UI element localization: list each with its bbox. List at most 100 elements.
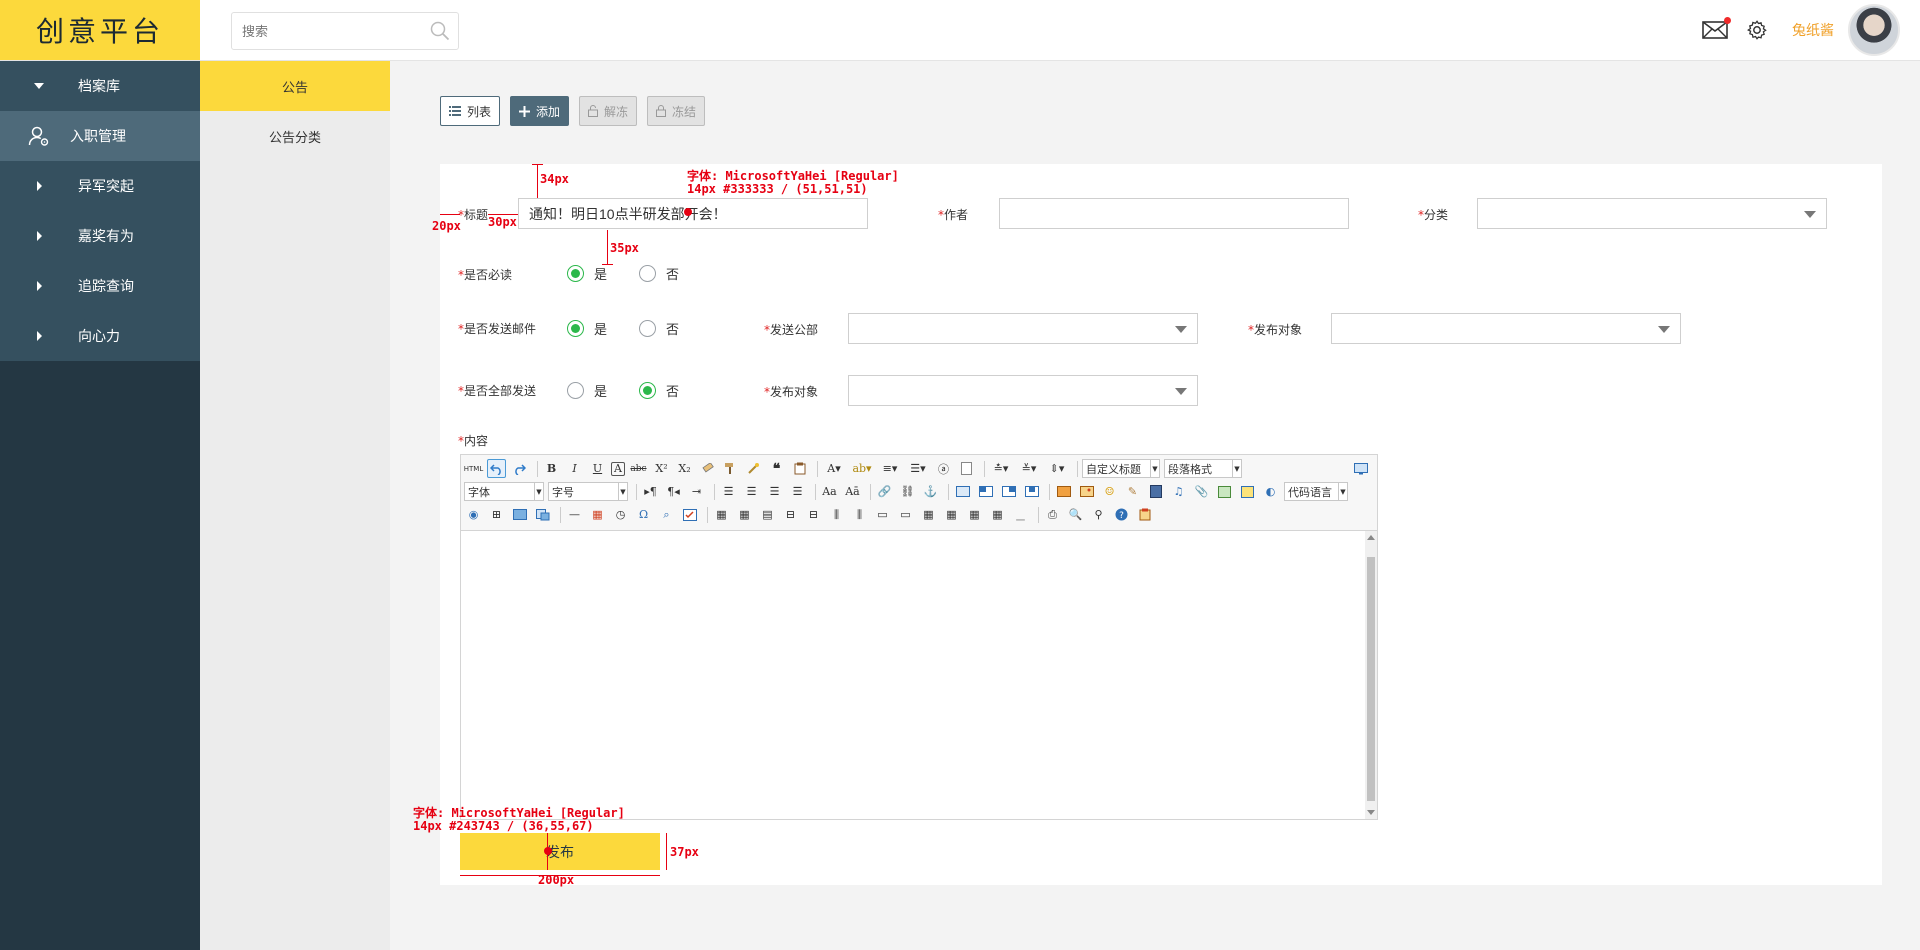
publish-target-select[interactable] (1331, 313, 1681, 344)
line-height-icon[interactable]: ⇕▾ (1045, 459, 1069, 478)
paste-plain-icon[interactable] (790, 459, 809, 478)
date-icon[interactable]: ▦ (588, 505, 607, 524)
code-language-select[interactable]: 代码语言 ▼ (1284, 482, 1348, 501)
paragraph-format-select[interactable]: 段落格式 ▼ (1164, 459, 1242, 478)
image-right-icon[interactable] (999, 482, 1018, 501)
merge-down-icon[interactable]: ▦ (919, 505, 938, 524)
bold-icon[interactable]: B (542, 459, 561, 478)
unordered-list-icon[interactable]: ☰▾ (906, 459, 930, 478)
list-button[interactable]: 列表 (440, 96, 501, 126)
title-input[interactable] (518, 198, 868, 229)
merge-cells-icon[interactable]: ▭ (873, 505, 892, 524)
insert-image-icon[interactable] (1077, 482, 1096, 501)
drafts-icon[interactable]: ⚲ (1089, 505, 1108, 524)
redo-icon[interactable] (510, 459, 529, 478)
sidebar-item-onboarding[interactable]: 入职管理 (0, 111, 200, 161)
author-input[interactable] (999, 198, 1349, 229)
send-all-no-radio[interactable]: 否 (639, 381, 679, 400)
custom-heading-select[interactable]: 自定义标题 ▼ (1082, 459, 1160, 478)
insert-col-icon[interactable]: ⫼ (827, 505, 846, 524)
align-right-icon[interactable]: ☰ (765, 482, 784, 501)
scrawl-icon[interactable]: ✎ (1123, 482, 1142, 501)
link-icon[interactable]: 🔗 (875, 482, 894, 501)
search-replace-icon[interactable]: ⌕ (657, 505, 676, 524)
editor-scrollbar[interactable] (1365, 531, 1377, 819)
row-spacing-bottom-icon[interactable]: ≚▾ (1017, 459, 1041, 478)
split-to-cells-icon[interactable]: ▦ (942, 505, 961, 524)
subnav-item-announcement-category[interactable]: 公告分类 (200, 111, 390, 161)
blockquote-icon[interactable]: ❝ (767, 459, 786, 478)
search-icon[interactable] (430, 21, 450, 41)
undo-icon[interactable] (487, 459, 506, 478)
strikethrough-icon[interactable]: abc (629, 459, 648, 478)
font-size-select[interactable]: 字号 ▼ (548, 482, 628, 501)
insert-frame-icon[interactable]: ◐ (1261, 482, 1280, 501)
superscript-icon[interactable]: X² (652, 459, 671, 478)
wordimage-icon[interactable] (533, 505, 552, 524)
simple-upload-icon[interactable] (1054, 482, 1073, 501)
clear-document-icon[interactable] (957, 459, 976, 478)
send-email-yes-radio[interactable]: 是 (567, 319, 607, 338)
font-border-icon[interactable]: A (611, 461, 625, 476)
align-left-icon[interactable]: ☰ (719, 482, 738, 501)
image-left-icon[interactable] (976, 482, 995, 501)
freeze-button[interactable]: 冻结 (647, 96, 706, 126)
ordered-list-icon[interactable]: ≡▾ (878, 459, 902, 478)
help-icon[interactable]: ? (1112, 505, 1131, 524)
merge-right-icon[interactable]: ▭ (896, 505, 915, 524)
send-email-no-radio[interactable]: 否 (639, 319, 679, 338)
emotion-icon[interactable]: ☺ (1100, 482, 1119, 501)
must-read-no-radio[interactable]: 否 (639, 264, 679, 283)
sidebar-item-cohesion[interactable]: 向心力 (0, 311, 200, 361)
align-center-icon[interactable]: ☰ (742, 482, 761, 501)
scrollbar-thumb[interactable] (1367, 557, 1375, 801)
subnav-item-announcement[interactable]: 公告 (200, 61, 390, 111)
indent-icon[interactable]: ⇥ (687, 482, 706, 501)
delete-col-icon[interactable]: ⫼ (850, 505, 869, 524)
print-icon[interactable]: ⎙ (1043, 505, 1062, 524)
page-break-icon[interactable]: ◉ (464, 505, 483, 524)
gmap-icon[interactable] (1238, 482, 1257, 501)
publish-button[interactable]: 发布 (460, 833, 660, 870)
music-icon[interactable]: ♫ (1169, 482, 1188, 501)
insert-row-icon[interactable]: ⊟ (781, 505, 800, 524)
delete-table-icon[interactable]: ▦ (735, 505, 754, 524)
background-icon[interactable] (510, 505, 529, 524)
scroll-down-icon[interactable] (1367, 810, 1375, 815)
gear-icon[interactable] (1746, 19, 1768, 41)
send-all-yes-radio[interactable]: 是 (567, 381, 607, 400)
map-icon[interactable] (1215, 482, 1234, 501)
uppercase-icon[interactable]: Aa (820, 482, 839, 501)
auto-format-icon[interactable] (744, 459, 763, 478)
avatar[interactable] (1848, 4, 1900, 56)
row-spacing-top-icon[interactable]: ≛▾ (989, 459, 1013, 478)
send-dept-select[interactable] (848, 313, 1198, 344)
horizontal-rule-icon[interactable]: — (565, 505, 584, 524)
unfreeze-button[interactable]: 解冻 (579, 96, 638, 126)
editor-content-area[interactable] (461, 531, 1377, 819)
ltr-icon[interactable]: ▸¶ (641, 482, 660, 501)
fullscreen-icon[interactable] (1351, 459, 1370, 478)
delete-row-icon[interactable]: ⊟ (804, 505, 823, 524)
special-char-icon[interactable]: Ω (634, 505, 653, 524)
underline-icon[interactable]: U (588, 459, 607, 478)
must-read-yes-radio[interactable]: 是 (567, 264, 607, 283)
username[interactable]: 兔纸酱 (1792, 20, 1834, 40)
align-justify-icon[interactable]: ☰ (788, 482, 807, 501)
time-icon[interactable]: ◷ (611, 505, 630, 524)
background-color-icon[interactable]: ab▾ (850, 459, 874, 478)
split-to-rows-icon[interactable]: ▦ (965, 505, 984, 524)
font-family-select[interactable]: 字体 ▼ (464, 482, 544, 501)
spellcheck-icon[interactable] (680, 505, 699, 524)
insert-video-icon[interactable] (1146, 482, 1165, 501)
publish-target-select-2[interactable] (848, 375, 1198, 406)
app-logo[interactable]: 创意平台 (0, 0, 200, 60)
chart-icon[interactable]: ▁ (1011, 505, 1030, 524)
html-source-icon[interactable]: HTML (464, 459, 483, 478)
mail-icon[interactable] (1702, 17, 1731, 40)
lowercase-icon[interactable]: Aā (843, 482, 862, 501)
sidebar-item-archive[interactable]: 档案库 (0, 61, 200, 111)
insert-table-icon[interactable]: ▦ (712, 505, 731, 524)
category-select[interactable] (1477, 198, 1827, 229)
search-box[interactable] (231, 12, 459, 50)
